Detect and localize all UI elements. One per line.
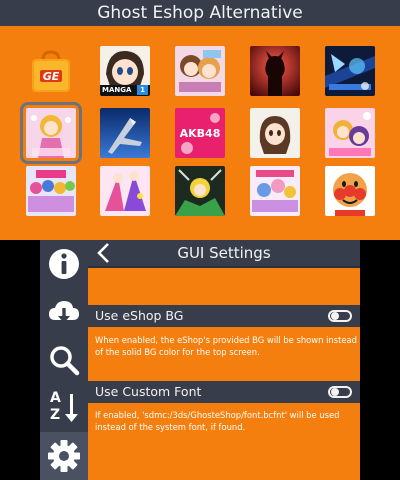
header-divider [88,266,360,268]
akb48-logo-text: AKB48 [179,126,221,140]
anpanman-game-icon[interactable] [325,166,375,216]
sidebar: A Z [40,240,88,480]
sidebar-item-download[interactable] [40,288,88,336]
gear-icon [48,440,80,472]
top-screen: Ghost Eshop Alternative GE MANGA 1 AKB48 [0,0,400,240]
toggle-knob [331,312,339,320]
settings-panel: GUI Settings Use eShop BG When enabled, … [88,240,360,480]
akb48-game-icon[interactable]: AKB48 [175,108,225,158]
cloud-download-icon [49,301,79,323]
chevron-left-icon [97,243,109,263]
option-use-custom-font[interactable]: Use Custom Font [88,381,360,403]
pretty-rhythm-game-icon[interactable] [325,108,375,158]
bottom-screen: A Z GUI Settings Use eShop BG When enabl… [40,240,360,480]
back-button[interactable] [92,241,116,265]
option-label: Use eShop BG [95,308,184,323]
sidebar-item-search[interactable] [40,336,88,384]
ghost-eshop-app-icon[interactable]: GE [26,46,76,96]
option-description: When enabled, the eShop's provided BG wi… [95,335,357,357]
page-title: GUI Settings [177,244,271,262]
option-use-eshop-bg[interactable]: Use eShop BG [88,305,360,327]
festival-idols-game-icon[interactable] [250,166,300,216]
search-icon [50,346,80,376]
title-grid: GE MANGA 1 AKB48 [0,26,400,240]
anime-couple-game-icon[interactable] [175,46,225,96]
option-description: If enabled, 'sdmc:/3ds/GhosteShop/font.b… [95,410,340,432]
sidebar-item-sort[interactable]: A Z [40,384,88,432]
brown-hair-girl-game-icon[interactable] [250,108,300,158]
app-title: Ghost Eshop Alternative [0,0,400,26]
green-adventure-game-icon[interactable] [175,166,225,216]
option-label: Use Custom Font [95,384,202,399]
manga-badge: 1 [137,85,148,95]
sidebar-item-info[interactable] [40,240,88,288]
ge-logo-text: GE [42,69,60,83]
sidebar-item-settings[interactable] [40,432,88,480]
jet-fighter-game-icon[interactable] [100,108,150,158]
silhouette-hero-game-icon[interactable] [250,46,300,96]
toggle-knob [331,388,339,396]
manga-app-icon[interactable]: MANGA 1 [100,46,150,96]
info-icon [49,249,79,279]
settings-header: GUI Settings [88,240,360,266]
magical-girls-game-icon[interactable] [100,166,150,216]
idol-group-game-icon[interactable] [26,166,76,216]
use-eshop-bg-toggle[interactable] [328,310,352,322]
pink-idol-game-icon[interactable] [20,102,82,164]
use-custom-font-toggle[interactable] [328,386,352,398]
sort-az-icon: A Z [46,390,82,426]
blue-cyber-game-icon[interactable] [325,46,375,96]
